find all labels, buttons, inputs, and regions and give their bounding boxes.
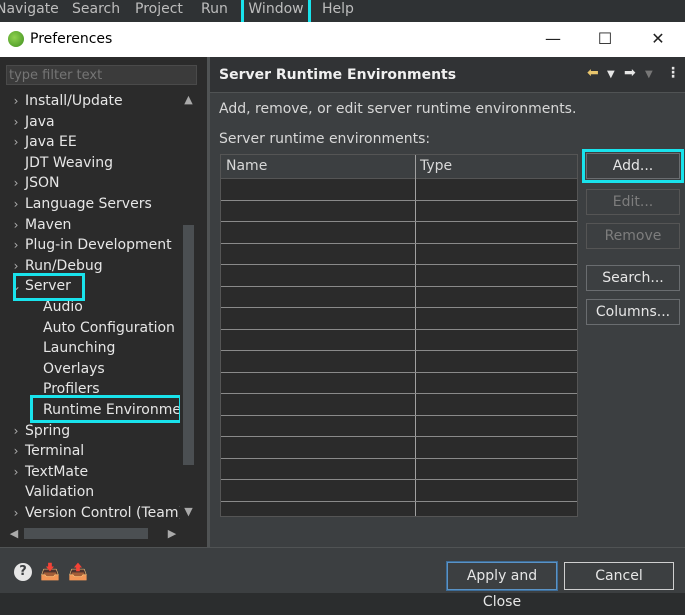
page-header: Server Runtime Environments ⬅ ▼ ➡ ▼ ⋮ — [210, 57, 685, 93]
filter-input[interactable] — [6, 65, 197, 85]
remove-button[interactable]: Remove — [586, 223, 680, 249]
menu-navigate[interactable]: Navigate — [0, 0, 59, 18]
table-row — [221, 221, 577, 222]
table-row — [221, 350, 577, 351]
dialog-title: Preferences — [30, 31, 113, 47]
expand-arrow-icon[interactable]: › — [10, 91, 22, 111]
tree-vertical-scrollbar[interactable]: ▲ ▼ — [180, 91, 197, 521]
export-icon[interactable]: 📤 — [68, 562, 88, 582]
table-label: Server runtime environments: — [219, 131, 431, 147]
edit-button[interactable]: Edit... — [586, 189, 680, 215]
column-divider[interactable] — [415, 155, 416, 516]
columns-button[interactable]: Columns... — [586, 299, 680, 325]
forward-arrow-icon[interactable]: ➡ — [624, 65, 636, 81]
menu-run[interactable]: Run — [201, 0, 228, 18]
scroll-right-icon[interactable]: ▶ — [164, 525, 180, 542]
app-icon — [8, 31, 24, 47]
highlight-runtime-environment — [30, 395, 182, 423]
table-row — [221, 393, 577, 394]
apply-and-close-button[interactable]: Apply and Close — [446, 561, 558, 610]
scroll-down-icon[interactable]: ▼ — [180, 503, 197, 521]
expand-arrow-icon[interactable]: › — [10, 441, 22, 461]
table-row — [221, 200, 577, 201]
scroll-up-icon[interactable]: ▲ — [180, 91, 197, 109]
table-row — [221, 286, 577, 287]
close-button[interactable]: ✕ — [638, 27, 678, 51]
more-menu-icon[interactable]: ⋮ — [666, 65, 680, 81]
page-title: Server Runtime Environments — [219, 67, 457, 83]
dialog-button-bar: ? 📥 📤 Apply and Close Cancel — [0, 547, 685, 610]
tree-horizontal-scrollbar[interactable]: ◀ ▶ — [6, 525, 180, 542]
page-description: Add, remove, or edit server runtime envi… — [219, 101, 577, 117]
import-icon[interactable]: 📥 — [40, 562, 60, 582]
table-row — [221, 264, 577, 265]
table-row — [221, 436, 577, 437]
menu-search[interactable]: Search — [72, 0, 120, 18]
preferences-tree: › Install/Update › Java › Java EE JDT Weavi… — [10, 91, 180, 523]
table-header: Name Type — [221, 155, 577, 179]
expand-arrow-icon[interactable]: › — [10, 503, 22, 523]
column-type[interactable]: Type — [420, 158, 452, 174]
preference-page: Server Runtime Environments ⬅ ▼ ➡ ▼ ⋮ Ad… — [210, 57, 685, 547]
back-arrow-icon[interactable]: ⬅ — [587, 65, 599, 81]
preferences-dialog: Preferences — ☐ ✕ ›Install/Update ›Java … — [0, 22, 685, 610]
expand-arrow-icon[interactable]: › — [10, 132, 22, 152]
cancel-button[interactable]: Cancel — [564, 562, 674, 590]
preferences-tree-pane: ›Install/Update ›Java ›Java EE JDT Weavi… — [0, 57, 207, 547]
highlight-add — [582, 149, 684, 183]
title-bar: Preferences — ☐ ✕ — [0, 22, 685, 57]
highlight-server — [13, 273, 85, 301]
help-icon[interactable]: ? — [14, 563, 32, 581]
scroll-thumb[interactable] — [183, 225, 194, 465]
menu-bar: Navigate Search Project Run Window Help — [0, 0, 685, 29]
table-row — [221, 329, 577, 330]
table-row — [221, 501, 577, 502]
menu-project[interactable]: Project — [135, 0, 183, 18]
expand-arrow-icon[interactable]: › — [10, 421, 22, 441]
expand-arrow-icon[interactable]: › — [10, 194, 22, 214]
table-row — [221, 243, 577, 244]
table-row — [221, 458, 577, 459]
back-dropdown-icon[interactable]: ▼ — [607, 69, 615, 80]
table-row — [221, 372, 577, 373]
search-button[interactable]: Search... — [586, 265, 680, 291]
expand-arrow-icon[interactable]: › — [10, 215, 22, 235]
expand-arrow-icon[interactable]: › — [10, 462, 22, 482]
scroll-left-icon[interactable]: ◀ — [6, 525, 22, 542]
forward-dropdown-icon[interactable]: ▼ — [645, 69, 653, 80]
runtime-environments-table[interactable]: Name Type — [220, 154, 578, 517]
table-row — [221, 307, 577, 308]
scroll-thumb-horizontal[interactable] — [24, 528, 148, 539]
table-row — [221, 479, 577, 480]
expand-arrow-icon[interactable]: › — [10, 112, 22, 132]
expand-arrow-icon[interactable]: › — [10, 235, 22, 255]
maximize-button[interactable]: ☐ — [585, 27, 625, 51]
table-row — [221, 415, 577, 416]
expand-arrow-icon[interactable]: › — [10, 173, 22, 193]
column-name[interactable]: Name — [226, 158, 267, 174]
menu-help[interactable]: Help — [322, 0, 354, 18]
minimize-button[interactable]: — — [533, 27, 573, 51]
